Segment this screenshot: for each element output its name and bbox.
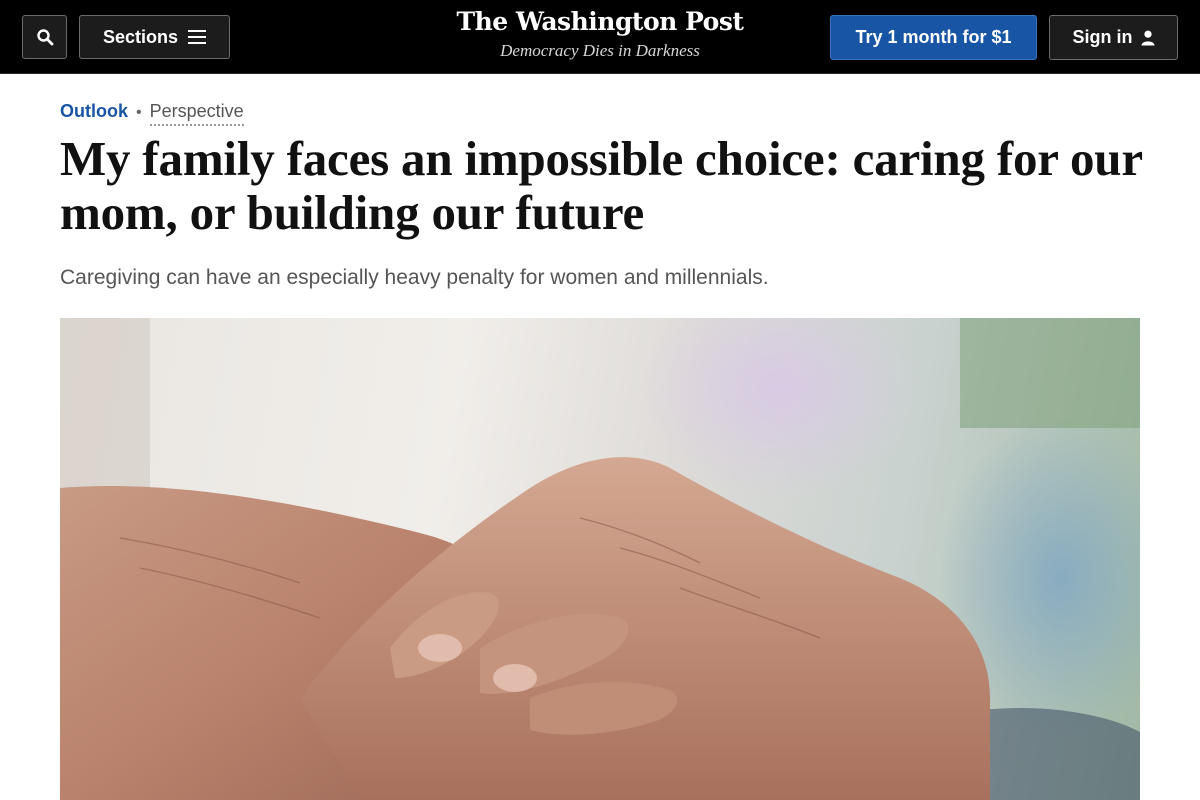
search-button[interactable]	[22, 15, 67, 59]
article-headline: My family faces an impossible choice: ca…	[60, 131, 1142, 240]
subscribe-button[interactable]: Try 1 month for $1	[830, 15, 1037, 60]
sections-menu-button[interactable]: Sections	[79, 15, 230, 59]
site-tagline: Democracy Dies in Darkness	[500, 41, 700, 60]
hero-image	[60, 318, 1140, 800]
top-navigation-bar: Sections The Washington Post Democracy D…	[0, 0, 1200, 74]
user-icon	[1141, 30, 1154, 45]
search-icon	[36, 29, 53, 46]
subscribe-label: Try 1 month for $1	[855, 27, 1012, 47]
hero-photo-hands	[60, 318, 1140, 800]
hamburger-icon	[188, 30, 207, 44]
sign-in-button[interactable]: Sign in	[1049, 15, 1178, 60]
perspective-label[interactable]: Perspective	[149, 101, 244, 126]
kicker-separator: •	[136, 104, 142, 121]
article-subheadline: Caregiving can have an especially heavy …	[60, 266, 769, 289]
masthead[interactable]: The Washington Post Democracy Dies in Da…	[430, 6, 770, 62]
sections-label: Sections	[102, 26, 179, 47]
article-kicker: Outlook • Perspective	[60, 101, 244, 126]
site-logo[interactable]: The Washington Post	[430, 6, 770, 38]
sign-in-label: Sign in	[1072, 27, 1133, 47]
section-link[interactable]: Outlook	[60, 101, 128, 122]
